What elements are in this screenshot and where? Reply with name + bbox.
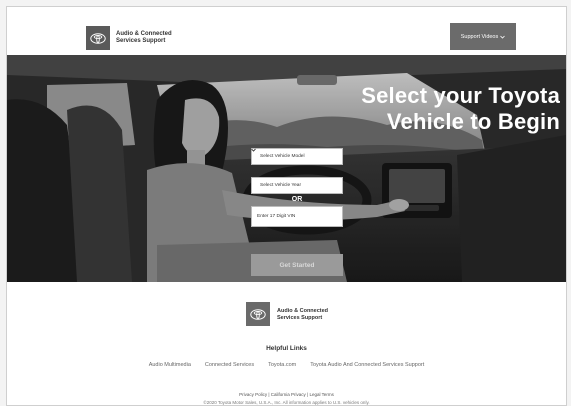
- footer-brand-name: Audio & Connected Services Support: [277, 308, 328, 321]
- support-videos-label: Support Videos: [460, 33, 499, 40]
- footer-toyota-logo[interactable]: [246, 302, 270, 326]
- vehicle-year-label: Select Vehicle Year: [260, 183, 302, 188]
- vehicle-model-select[interactable]: Select Vehicle Model: [251, 148, 343, 165]
- hero-title-line-1: Select your Toyota: [361, 83, 560, 108]
- vehicle-selector-form: Select Vehicle Model Select Vehicle Year…: [251, 148, 343, 227]
- toyota-emblem-icon: [250, 308, 266, 320]
- helpful-links: Audio Multimedia Connected Services Toyo…: [7, 362, 566, 368]
- chevron-down-icon: [251, 148, 256, 152]
- toyota-logo[interactable]: [86, 26, 110, 50]
- brand-line-2: Services Support: [116, 38, 166, 44]
- link-connected-services[interactable]: Connected Services: [205, 362, 254, 368]
- vin-input[interactable]: Enter 17 Digit VIN: [251, 206, 343, 227]
- site-header: Audio & Connected Services Support Suppo…: [7, 7, 566, 55]
- support-videos-button[interactable]: Support Videos: [450, 23, 516, 50]
- copyright-text: ©2020 Toyota Motor Sales, U.S.A., Inc. A…: [203, 400, 370, 405]
- helpful-links-title: Helpful Links: [266, 345, 307, 352]
- link-audio-multimedia[interactable]: Audio Multimedia: [149, 362, 191, 368]
- or-separator: OR: [291, 196, 303, 203]
- site-footer: Audio & Connected Services Support Helpf…: [7, 282, 566, 405]
- link-toyota-com[interactable]: Toyota.com: [268, 362, 296, 368]
- vehicle-model-label: Select Vehicle Model: [260, 154, 305, 159]
- page-frame: Audio & Connected Services Support Suppo…: [6, 6, 567, 406]
- legal-links[interactable]: Privacy Policy | California Privacy | Le…: [7, 392, 566, 397]
- hero-section: Select your Toyota Vehicle to Begin Sele…: [7, 55, 566, 282]
- footer-brand-line-1: Audio & Connected: [277, 308, 329, 314]
- brand-name: Audio & Connected Services Support: [116, 31, 172, 45]
- get-started-button[interactable]: Get Started: [251, 254, 343, 276]
- toyota-emblem-icon: [90, 32, 106, 44]
- link-audio-connected-support[interactable]: Toyota Audio And Connected Services Supp…: [310, 362, 424, 368]
- hero-title-line-2: Vehicle to Begin: [386, 109, 560, 134]
- footer-brand-line-2: Services Support: [277, 314, 323, 321]
- vehicle-year-select[interactable]: Select Vehicle Year: [251, 148, 343, 194]
- hero-title: Select your Toyota Vehicle to Begin: [320, 83, 560, 135]
- brand-line-1: Audio & Connected: [116, 31, 172, 37]
- chevron-down-icon: [500, 35, 506, 39]
